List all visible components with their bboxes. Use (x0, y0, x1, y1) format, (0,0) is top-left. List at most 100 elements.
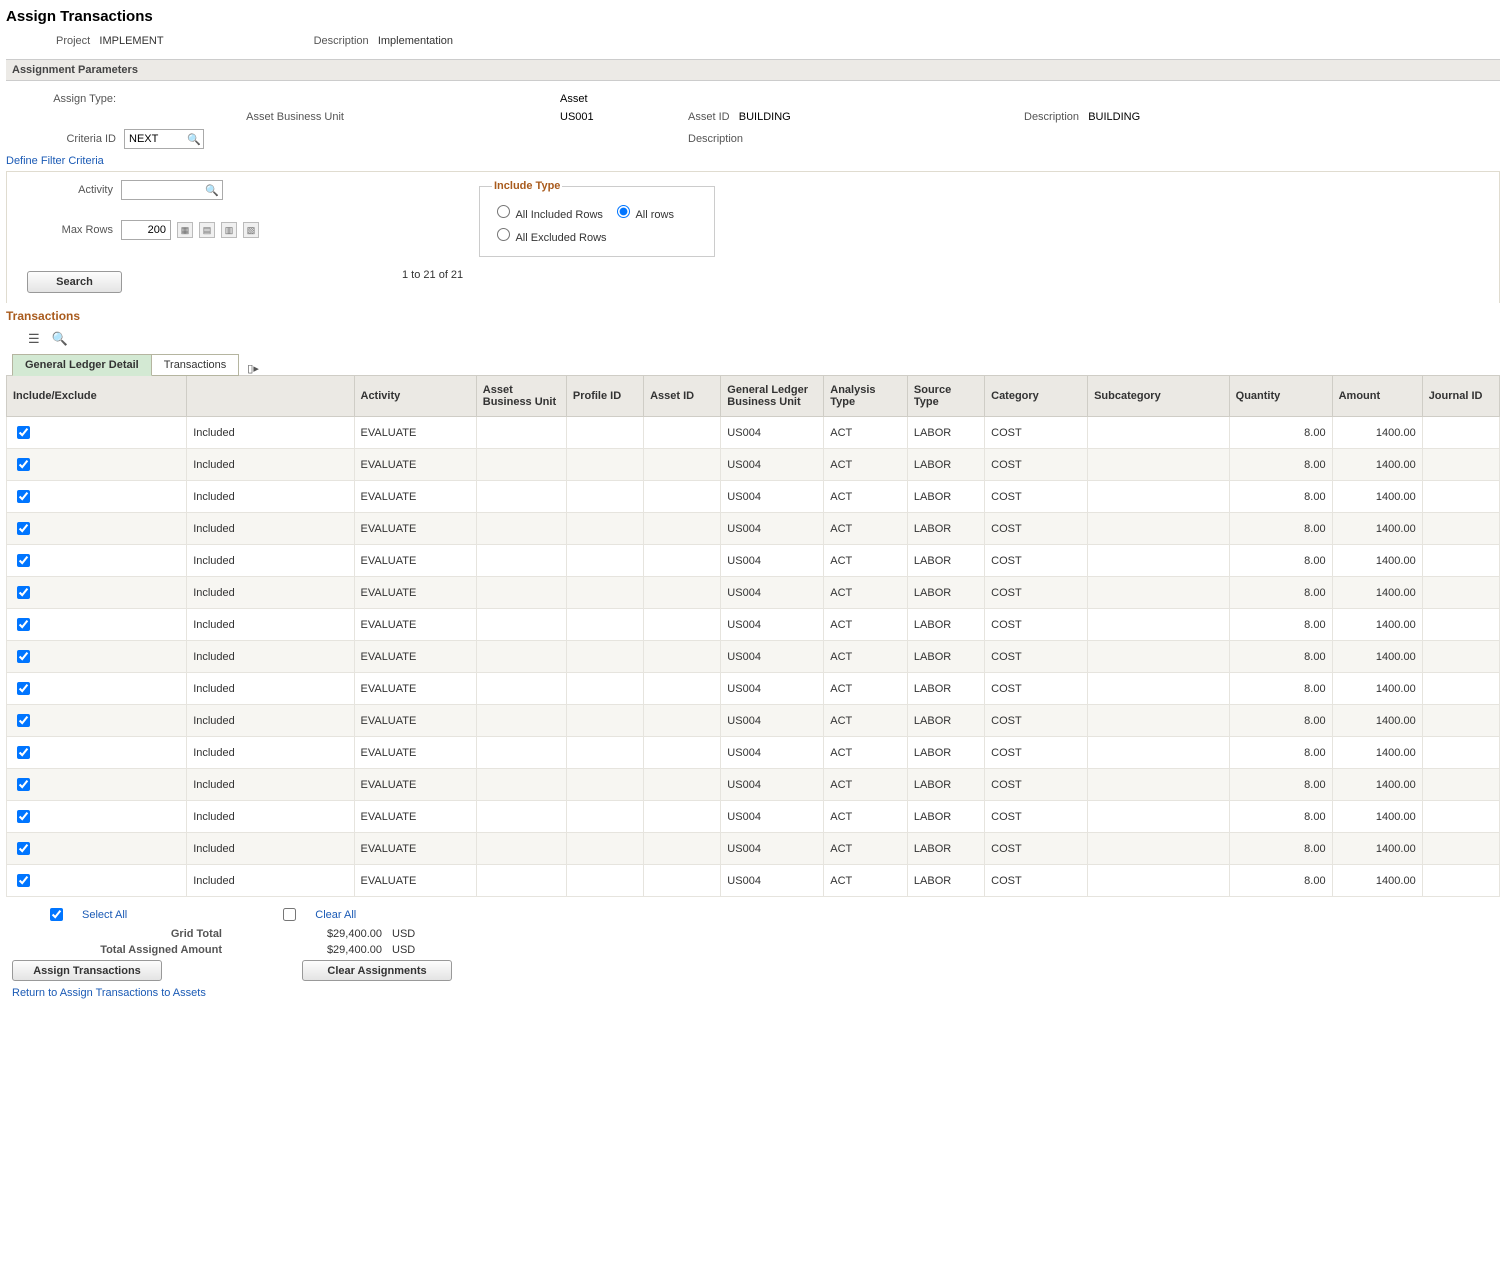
row-include-checkbox[interactable] (17, 554, 30, 567)
row-include-checkbox[interactable] (17, 842, 30, 855)
col-category[interactable]: Category (985, 376, 1088, 417)
lookup-icon[interactable]: 🔍 (202, 184, 222, 197)
grid-option-icon[interactable]: ▥ (221, 222, 237, 238)
cell-journal-id (1422, 865, 1499, 897)
select-all-checkbox[interactable] (50, 908, 63, 921)
cell-journal-id (1422, 769, 1499, 801)
cell-analysis-type: ACT (824, 801, 908, 833)
row-include-checkbox[interactable] (17, 874, 30, 887)
cell-category: COST (985, 705, 1088, 737)
row-include-checkbox[interactable] (17, 778, 30, 791)
return-link[interactable]: Return to Assign Transactions to Assets (12, 987, 206, 999)
project-label: Project (56, 35, 90, 47)
cell-asset-id (644, 769, 721, 801)
activity-input[interactable]: 🔍 (121, 180, 223, 200)
cell-journal-id (1422, 737, 1499, 769)
row-include-checkbox[interactable] (17, 458, 30, 471)
maxrows-input[interactable] (121, 220, 171, 240)
assigned-amount-label: Total Assigned Amount (6, 944, 222, 956)
define-filter-link[interactable]: Define Filter Criteria (6, 155, 104, 167)
cell-asset-bu (476, 801, 566, 833)
assigned-amount-value: $29,400.00 (222, 944, 382, 956)
col-quantity[interactable]: Quantity (1229, 376, 1332, 417)
radio-all-included[interactable]: All Included Rows (492, 202, 612, 221)
col-include-exclude[interactable]: Include/Exclude (7, 376, 187, 417)
grid-option-icon[interactable]: ▧ (243, 222, 259, 238)
cell-activity: EVALUATE (354, 417, 476, 449)
cell-asset-bu (476, 449, 566, 481)
cell-status: Included (187, 769, 354, 801)
cell-amount: 1400.00 (1332, 545, 1422, 577)
cell-source-type: LABOR (907, 705, 984, 737)
col-profile-id[interactable]: Profile ID (566, 376, 643, 417)
cell-gl-bu: US004 (721, 417, 824, 449)
row-include-checkbox[interactable] (17, 426, 30, 439)
cell-amount: 1400.00 (1332, 801, 1422, 833)
col-asset-bu[interactable]: Asset Business Unit (476, 376, 566, 417)
activity-field[interactable] (122, 182, 202, 198)
table-row: IncludedEVALUATEUS004ACTLABORCOST8.00140… (7, 417, 1500, 449)
radio-all-excluded[interactable]: All Excluded Rows (492, 225, 612, 244)
row-include-checkbox[interactable] (17, 810, 30, 823)
cell-source-type: LABOR (907, 673, 984, 705)
criteria-id-input[interactable]: 🔍 (124, 129, 204, 149)
row-include-checkbox[interactable] (17, 618, 30, 631)
cell-gl-bu: US004 (721, 481, 824, 513)
row-include-checkbox[interactable] (17, 522, 30, 535)
tab-general-ledger-detail[interactable]: General Ledger Detail (12, 354, 152, 376)
cell-activity: EVALUATE (354, 705, 476, 737)
col-analysis-type[interactable]: Analysis Type (824, 376, 908, 417)
lookup-icon[interactable]: 🔍 (185, 133, 203, 146)
col-subcategory[interactable]: Subcategory (1088, 376, 1230, 417)
col-gl-bu[interactable]: General Ledger Business Unit (721, 376, 824, 417)
cell-asset-id (644, 545, 721, 577)
cell-analysis-type: ACT (824, 545, 908, 577)
grid-total-currency: USD (392, 928, 415, 940)
cell-analysis-type: ACT (824, 865, 908, 897)
col-source-type[interactable]: Source Type (907, 376, 984, 417)
row-include-checkbox[interactable] (17, 650, 30, 663)
row-include-checkbox[interactable] (17, 490, 30, 503)
row-count: 1 to 21 of 21 (402, 269, 463, 281)
cell-quantity: 8.00 (1229, 769, 1332, 801)
col-status[interactable] (187, 376, 354, 417)
asset-bu-value: US001 (560, 111, 680, 123)
cell-analysis-type: ACT (824, 609, 908, 641)
grid-option-icon[interactable]: ▦ (177, 222, 193, 238)
row-include-checkbox[interactable] (17, 746, 30, 759)
row-include-checkbox[interactable] (17, 682, 30, 695)
clear-all-checkbox[interactable] (283, 908, 296, 921)
col-activity[interactable]: Activity (354, 376, 476, 417)
clear-all-link[interactable]: Clear All (315, 909, 356, 921)
search-grid-icon[interactable]: 🔍 (52, 331, 68, 347)
cell-journal-id (1422, 801, 1499, 833)
row-include-checkbox[interactable] (17, 714, 30, 727)
cell-gl-bu: US004 (721, 673, 824, 705)
personalize-icon[interactable]: ☰ (28, 331, 40, 347)
criteria-id-field[interactable] (125, 131, 185, 147)
assign-transactions-button[interactable]: Assign Transactions (12, 960, 162, 981)
cell-asset-bu (476, 833, 566, 865)
search-button[interactable]: Search (27, 271, 122, 293)
col-journal-id[interactable]: Journal ID (1422, 376, 1499, 417)
cell-analysis-type: ACT (824, 577, 908, 609)
cell-journal-id (1422, 481, 1499, 513)
radio-all-rows[interactable]: All rows (612, 202, 702, 221)
cell-asset-id (644, 673, 721, 705)
clear-assignments-button[interactable]: Clear Assignments (302, 960, 452, 981)
cell-category: COST (985, 769, 1088, 801)
cell-asset-bu (476, 737, 566, 769)
col-asset-id[interactable]: Asset ID (644, 376, 721, 417)
maxrows-label: Max Rows (17, 224, 113, 236)
cell-subcategory (1088, 481, 1230, 513)
tab-transactions[interactable]: Transactions (151, 354, 240, 376)
show-all-columns-icon[interactable]: ▯▸ (247, 362, 259, 375)
cell-asset-bu (476, 865, 566, 897)
cell-asset-id (644, 705, 721, 737)
col-amount[interactable]: Amount (1332, 376, 1422, 417)
cell-amount: 1400.00 (1332, 449, 1422, 481)
row-include-checkbox[interactable] (17, 586, 30, 599)
grid-total-label: Grid Total (6, 928, 222, 940)
select-all-link[interactable]: Select All (82, 909, 127, 921)
grid-option-icon[interactable]: ▤ (199, 222, 215, 238)
